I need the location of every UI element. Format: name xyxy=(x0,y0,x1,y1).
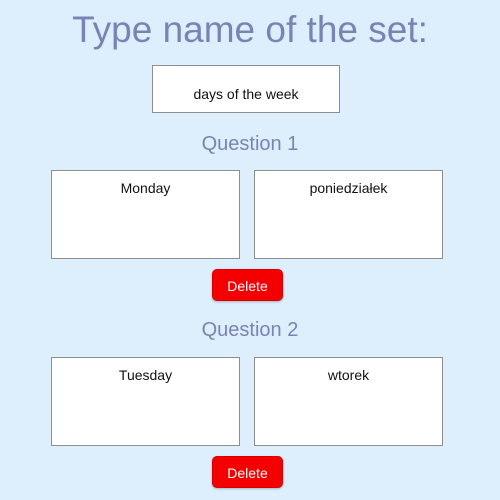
page-title: Type name of the set: xyxy=(72,9,428,50)
question-1-definition-field[interactable]: poniedziałek xyxy=(254,170,443,259)
set-name-input[interactable] xyxy=(152,65,340,113)
question-1-heading: Question 1 xyxy=(201,133,299,155)
question-1-term-field[interactable]: Monday xyxy=(51,170,240,259)
question-2-definition-field[interactable]: wtorek xyxy=(254,357,443,446)
question-2-delete-button[interactable]: Delete xyxy=(212,456,283,488)
question-1-delete-button[interactable]: Delete xyxy=(212,269,283,301)
question-2-term-field[interactable]: Tuesday xyxy=(51,357,240,446)
question-2-heading: Question 2 xyxy=(201,319,299,341)
flashcard-set-editor: Type name of the set: Question 1 Monday … xyxy=(0,0,500,500)
